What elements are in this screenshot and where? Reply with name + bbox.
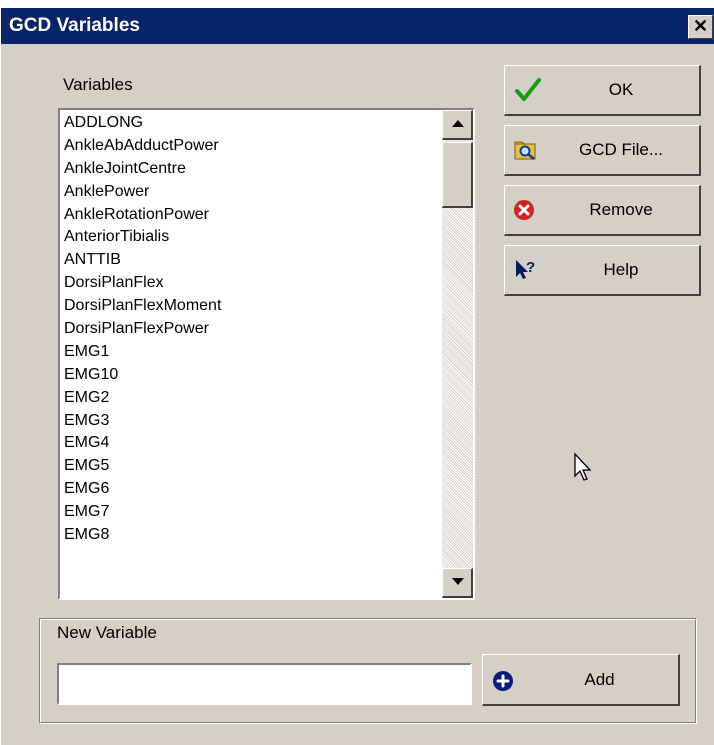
list-item[interactable]: EMG8 [64, 524, 434, 547]
list-item[interactable]: DorsiPlanFlexPower [64, 318, 434, 341]
list-item[interactable]: AnklePower [64, 181, 434, 204]
new-variable-label: New Variable [57, 623, 157, 642]
add-button[interactable]: Add [482, 654, 680, 706]
close-icon: ✕ [692, 16, 709, 36]
help-button[interactable]: ? Help [504, 245, 701, 296]
gcd-file-label: GCD File... [578, 140, 664, 159]
gcd-file-button[interactable]: GCD File... [504, 125, 701, 176]
close-button[interactable]: ✕ [688, 15, 713, 39]
add-icon [493, 671, 513, 691]
arrow-up-icon [452, 120, 464, 127]
vertical-scrollbar[interactable] [442, 110, 473, 598]
gcd-variables-dialog: GCD Variables ✕ Variables ADDLONG AnkleAb… [0, 8, 714, 745]
remove-icon [514, 200, 534, 220]
help-pointer-icon: ? [516, 259, 535, 279]
list-item[interactable]: EMG6 [64, 478, 434, 501]
arrow-down-icon [452, 578, 464, 585]
variables-label: Variables [63, 75, 133, 94]
mouse-pointer-icon [574, 452, 592, 481]
folder-search-icon [514, 141, 536, 160]
add-label: Add [584, 669, 615, 689]
scroll-thumb[interactable] [442, 142, 473, 208]
list-item[interactable]: EMG7 [64, 501, 434, 524]
list-item[interactable]: EMG4 [64, 432, 434, 455]
remove-label: Remove [589, 200, 653, 219]
list-item[interactable]: ANTTIB [64, 249, 434, 272]
svg-text:?: ? [526, 259, 535, 276]
help-label: Help [603, 260, 639, 279]
list-item[interactable]: EMG3 [64, 410, 434, 433]
ok-label: OK [608, 80, 634, 99]
list-item[interactable]: AnteriorTibialis [64, 226, 434, 249]
list-item[interactable]: DorsiPlanFlexMoment [64, 295, 434, 318]
list-item[interactable]: EMG5 [64, 455, 434, 478]
window-title: GCD Variables [9, 15, 140, 36]
title-bar[interactable]: GCD Variables ✕ [1, 8, 714, 44]
list-item[interactable]: AnkleRotationPower [64, 204, 434, 227]
variables-listbox[interactable]: ADDLONG AnkleAbAdductPower AnkleJointCentr… [58, 108, 475, 600]
list-item[interactable]: DorsiPlanFlex [64, 272, 434, 295]
remove-button[interactable]: Remove [504, 185, 701, 236]
list-item[interactable]: AnkleJointCentre [64, 158, 434, 181]
list-item[interactable]: ADDLONG [64, 112, 434, 135]
list-item[interactable]: EMG1 [64, 341, 434, 364]
variables-list: ADDLONG AnkleAbAdductPower AnkleJointCentr… [64, 112, 434, 547]
ok-button[interactable]: OK [504, 65, 701, 116]
list-item[interactable]: EMG10 [64, 364, 434, 387]
list-item[interactable]: EMG2 [64, 387, 434, 410]
new-variable-input[interactable] [57, 663, 472, 705]
scroll-down-button[interactable] [442, 568, 473, 598]
list-item[interactable]: AnkleAbAdductPower [64, 135, 434, 158]
checkmark-icon [515, 78, 541, 101]
scroll-up-button[interactable] [442, 110, 473, 140]
